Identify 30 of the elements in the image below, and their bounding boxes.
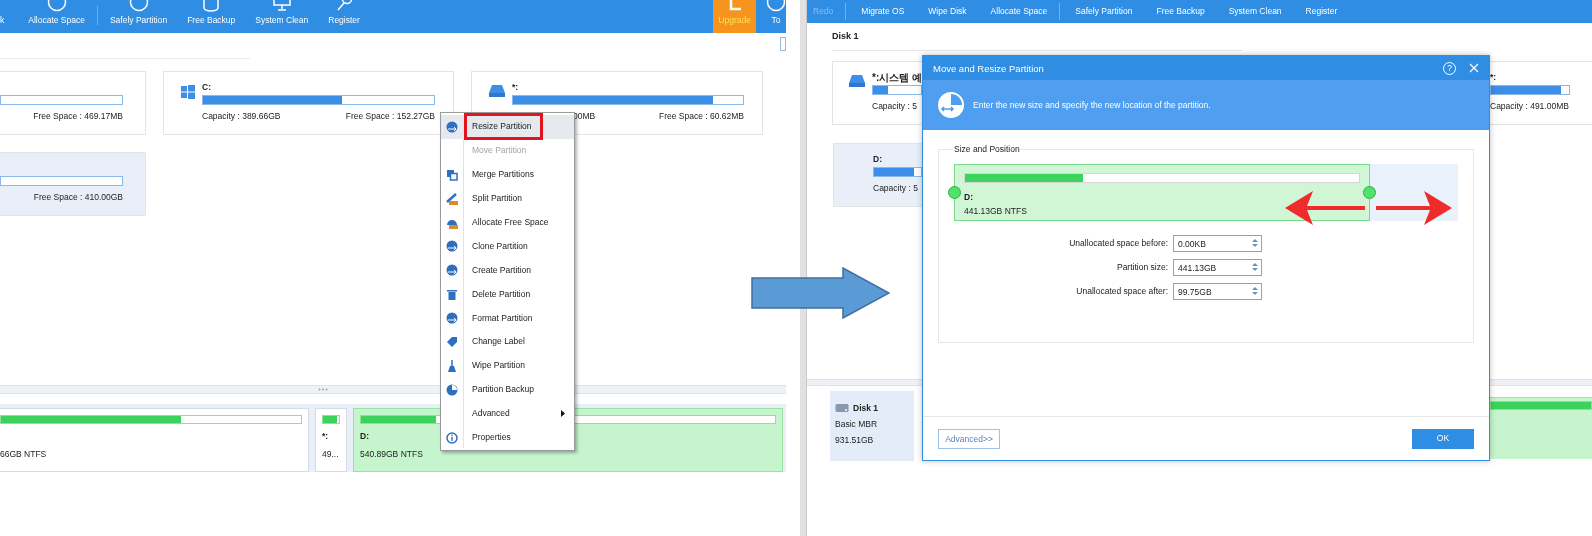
partition-detail: 540.89GB NTFS [360, 449, 423, 459]
partition-name: D: [360, 431, 369, 441]
free-space-text: Free Space : 60.62MB [658, 111, 744, 122]
capacity-text: Capacity : 5 [872, 101, 917, 112]
capacity-text: Capacity : 5 [873, 183, 918, 194]
group-title: Size and Position [953, 144, 1021, 155]
partition-name: C: [202, 82, 212, 94]
partition-detail: 66GB NTFS [0, 449, 47, 459]
partition-name: *: [322, 431, 329, 441]
disk-size: 931.51GB [835, 434, 875, 447]
partition-name: D: [964, 192, 974, 203]
partition-name: *:시스템 예 [872, 72, 922, 85]
field-label: Unallocated space before: [1068, 238, 1168, 249]
banner-text: Enter the new size and specify the new location of the partition. [973, 99, 1211, 111]
field-label: Unallocated space after: [1075, 286, 1168, 297]
disk-title: Disk 1 [831, 30, 860, 43]
disk-type: Basic MBR [835, 418, 879, 431]
partition-detail: 49... [322, 449, 339, 459]
disk-name: Disk 1 [853, 402, 879, 415]
partition-name: D: [873, 154, 883, 166]
capacity-text: Capacity : 389.66GB [202, 111, 281, 122]
partition-name: *: [1490, 72, 1498, 84]
free-space-text: Free Space : 410.00GB [33, 192, 123, 203]
partition-detail: 441.13GB NTFS [964, 206, 1028, 217]
free-space-text: Free Space : 469.17MB [33, 111, 123, 122]
capacity-text: Capacity : 491.00MB [1490, 101, 1569, 112]
field-label: Partition size: [1115, 262, 1168, 273]
dialog-title: Move and Resize Partition [933, 62, 1045, 74]
partition-name: *: [512, 82, 520, 94]
free-space-text: Free Space : 152.27GB [345, 111, 435, 122]
